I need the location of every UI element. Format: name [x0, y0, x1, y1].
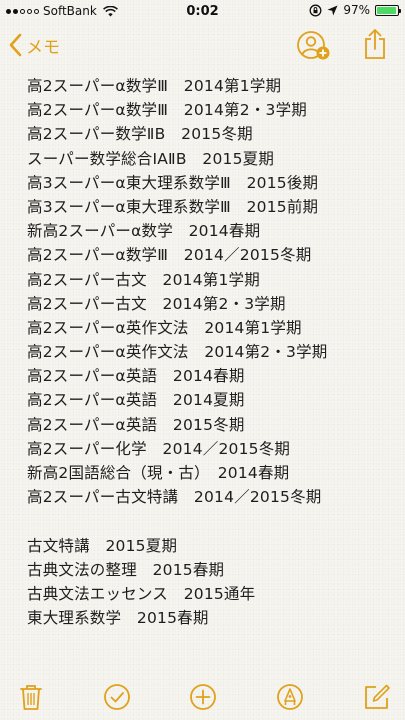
compose-icon	[365, 684, 390, 709]
location-arrow-icon	[327, 5, 338, 15]
back-button-label: メモ	[26, 37, 60, 58]
bottom-toolbar	[0, 674, 405, 720]
note-line: 高2スーパーα英作文法 2014第1学期	[27, 318, 302, 337]
note-line: 高2スーパーα数学Ⅲ 2014第1学期	[27, 77, 282, 95]
note-line: 新高2国語総合（現・古） 2014春期	[27, 464, 290, 482]
note-line: 高2スーパー古文 2014第1学期	[27, 270, 260, 289]
navigation-bar: メモ	[0, 22, 405, 68]
add-person-button[interactable]	[296, 30, 332, 62]
compose-button[interactable]	[362, 682, 392, 712]
note-line: 高2スーパー数学ⅡB 2015冬期	[27, 125, 253, 144]
note-line: 新高2スーパーα数学 2014春期	[27, 222, 261, 241]
note-line: 古典文法エッセンス 2015通年	[27, 584, 256, 603]
note-line: 古典文法の整理 2015春期	[27, 560, 225, 579]
add-icon	[190, 684, 216, 710]
markup-pen-icon	[277, 684, 303, 710]
note-line: 高2スーパー古文特講 2014／2015冬期	[27, 488, 322, 507]
add-button[interactable]	[188, 682, 218, 712]
note-line: 高2スーパー化学 2014／2015冬期	[27, 439, 291, 458]
note-line: 高2スーパーα英作文法 2014第2・3学期	[27, 343, 328, 362]
note-line: 高2スーパーα英語 2014春期	[27, 367, 245, 386]
battery-level	[377, 6, 397, 14]
note-line: 古文特講 2015夏期	[27, 536, 178, 555]
orientation-lock-icon	[309, 4, 322, 16]
note-line: 東大理系数学 2015春期	[27, 609, 209, 628]
note-line: 高3スーパーα東大理系数学Ⅲ 2015後期	[27, 173, 319, 192]
note-line: スーパー数学総合ⅠAⅡB 2015夏期	[27, 149, 275, 168]
share-button[interactable]	[362, 28, 388, 60]
checklist-button[interactable]	[102, 682, 132, 712]
checklist-icon	[104, 684, 130, 710]
delete-button[interactable]	[16, 682, 46, 712]
add-person-icon	[297, 31, 330, 60]
status-right: 97%	[309, 3, 401, 17]
status-bar: SoftBank 0:02 97%	[0, 0, 405, 22]
markup-button[interactable]	[275, 682, 305, 712]
note-line: 高2スーパー古文 2014第2・3学期	[27, 294, 286, 313]
back-button[interactable]: メモ	[8, 30, 60, 60]
note-line	[27, 509, 397, 533]
note-line: 高2スーパーα英語 2015冬期	[27, 415, 245, 434]
share-icon	[365, 29, 385, 59]
note-line: 高2スーパーα数学Ⅲ 2014／2015冬期	[27, 246, 312, 265]
note-body[interactable]: 高2スーパーα数学Ⅲ 2014第1学期高2スーパーα数学Ⅲ 2014第2・3学期…	[27, 74, 397, 674]
battery-percent: 97%	[343, 3, 370, 17]
chevron-left-icon	[9, 33, 22, 57]
note-line: 高2スーパーα英語 2014夏期	[27, 391, 245, 410]
trash-icon	[20, 685, 42, 710]
battery-icon	[375, 4, 401, 16]
note-line: 高2スーパーα数学Ⅲ 2014第2・3学期	[27, 101, 307, 120]
note-line: 高3スーパーα東大理系数学Ⅲ 2015前期	[27, 197, 319, 216]
